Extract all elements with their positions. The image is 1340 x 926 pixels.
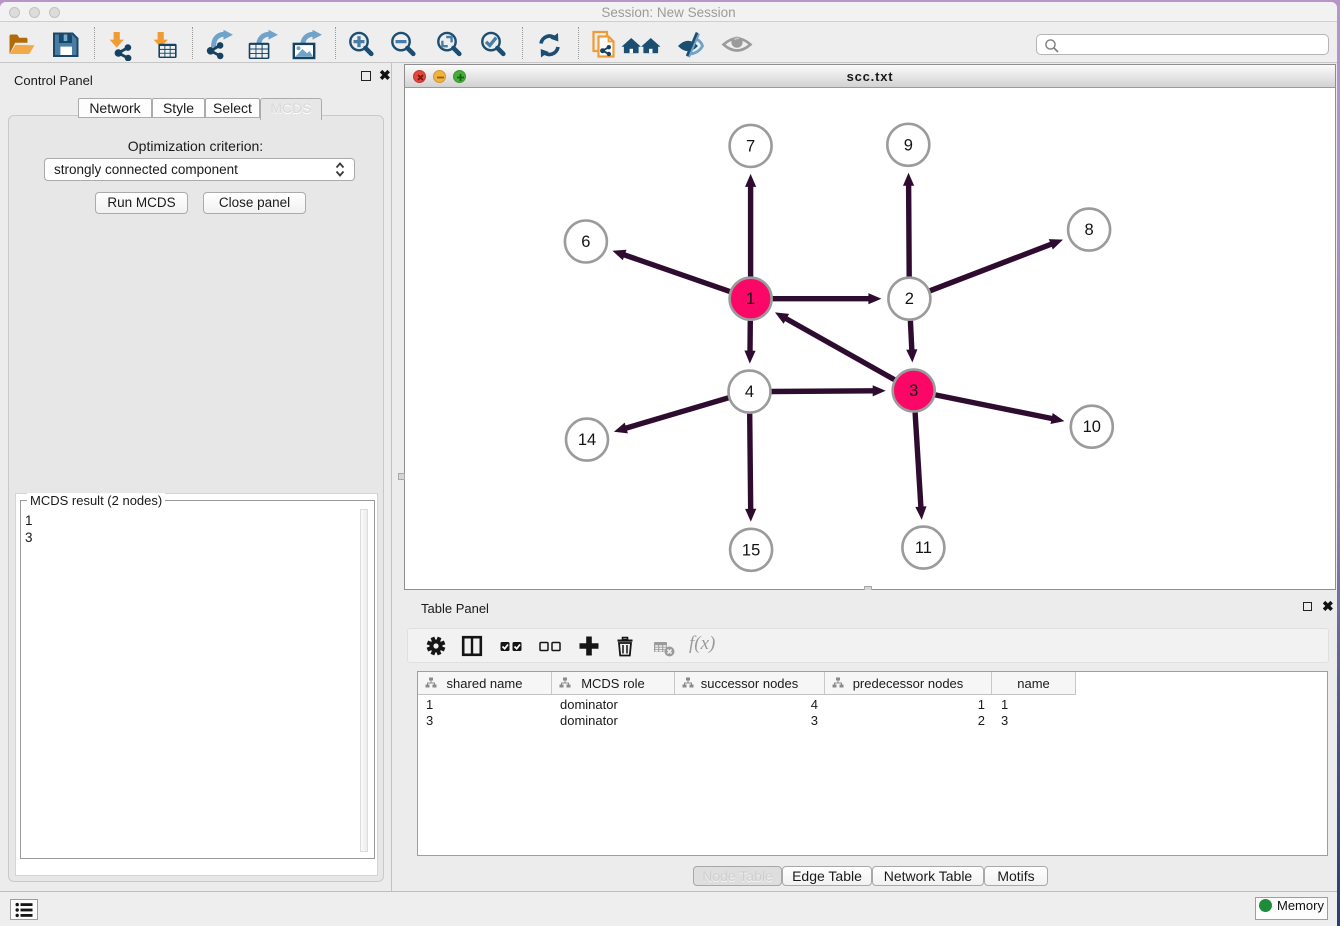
svg-text:9: 9: [904, 136, 913, 154]
svg-text:10: 10: [1083, 418, 1101, 436]
svg-text:8: 8: [1085, 221, 1094, 239]
svg-text:11: 11: [915, 539, 932, 557]
svg-text:3: 3: [909, 382, 918, 400]
svg-text:7: 7: [746, 137, 755, 155]
svg-text:2: 2: [905, 290, 914, 308]
svg-text:14: 14: [578, 431, 596, 449]
svg-text:4: 4: [745, 383, 754, 401]
svg-text:6: 6: [581, 233, 590, 251]
svg-text:15: 15: [742, 541, 760, 559]
svg-text:1: 1: [746, 290, 755, 308]
